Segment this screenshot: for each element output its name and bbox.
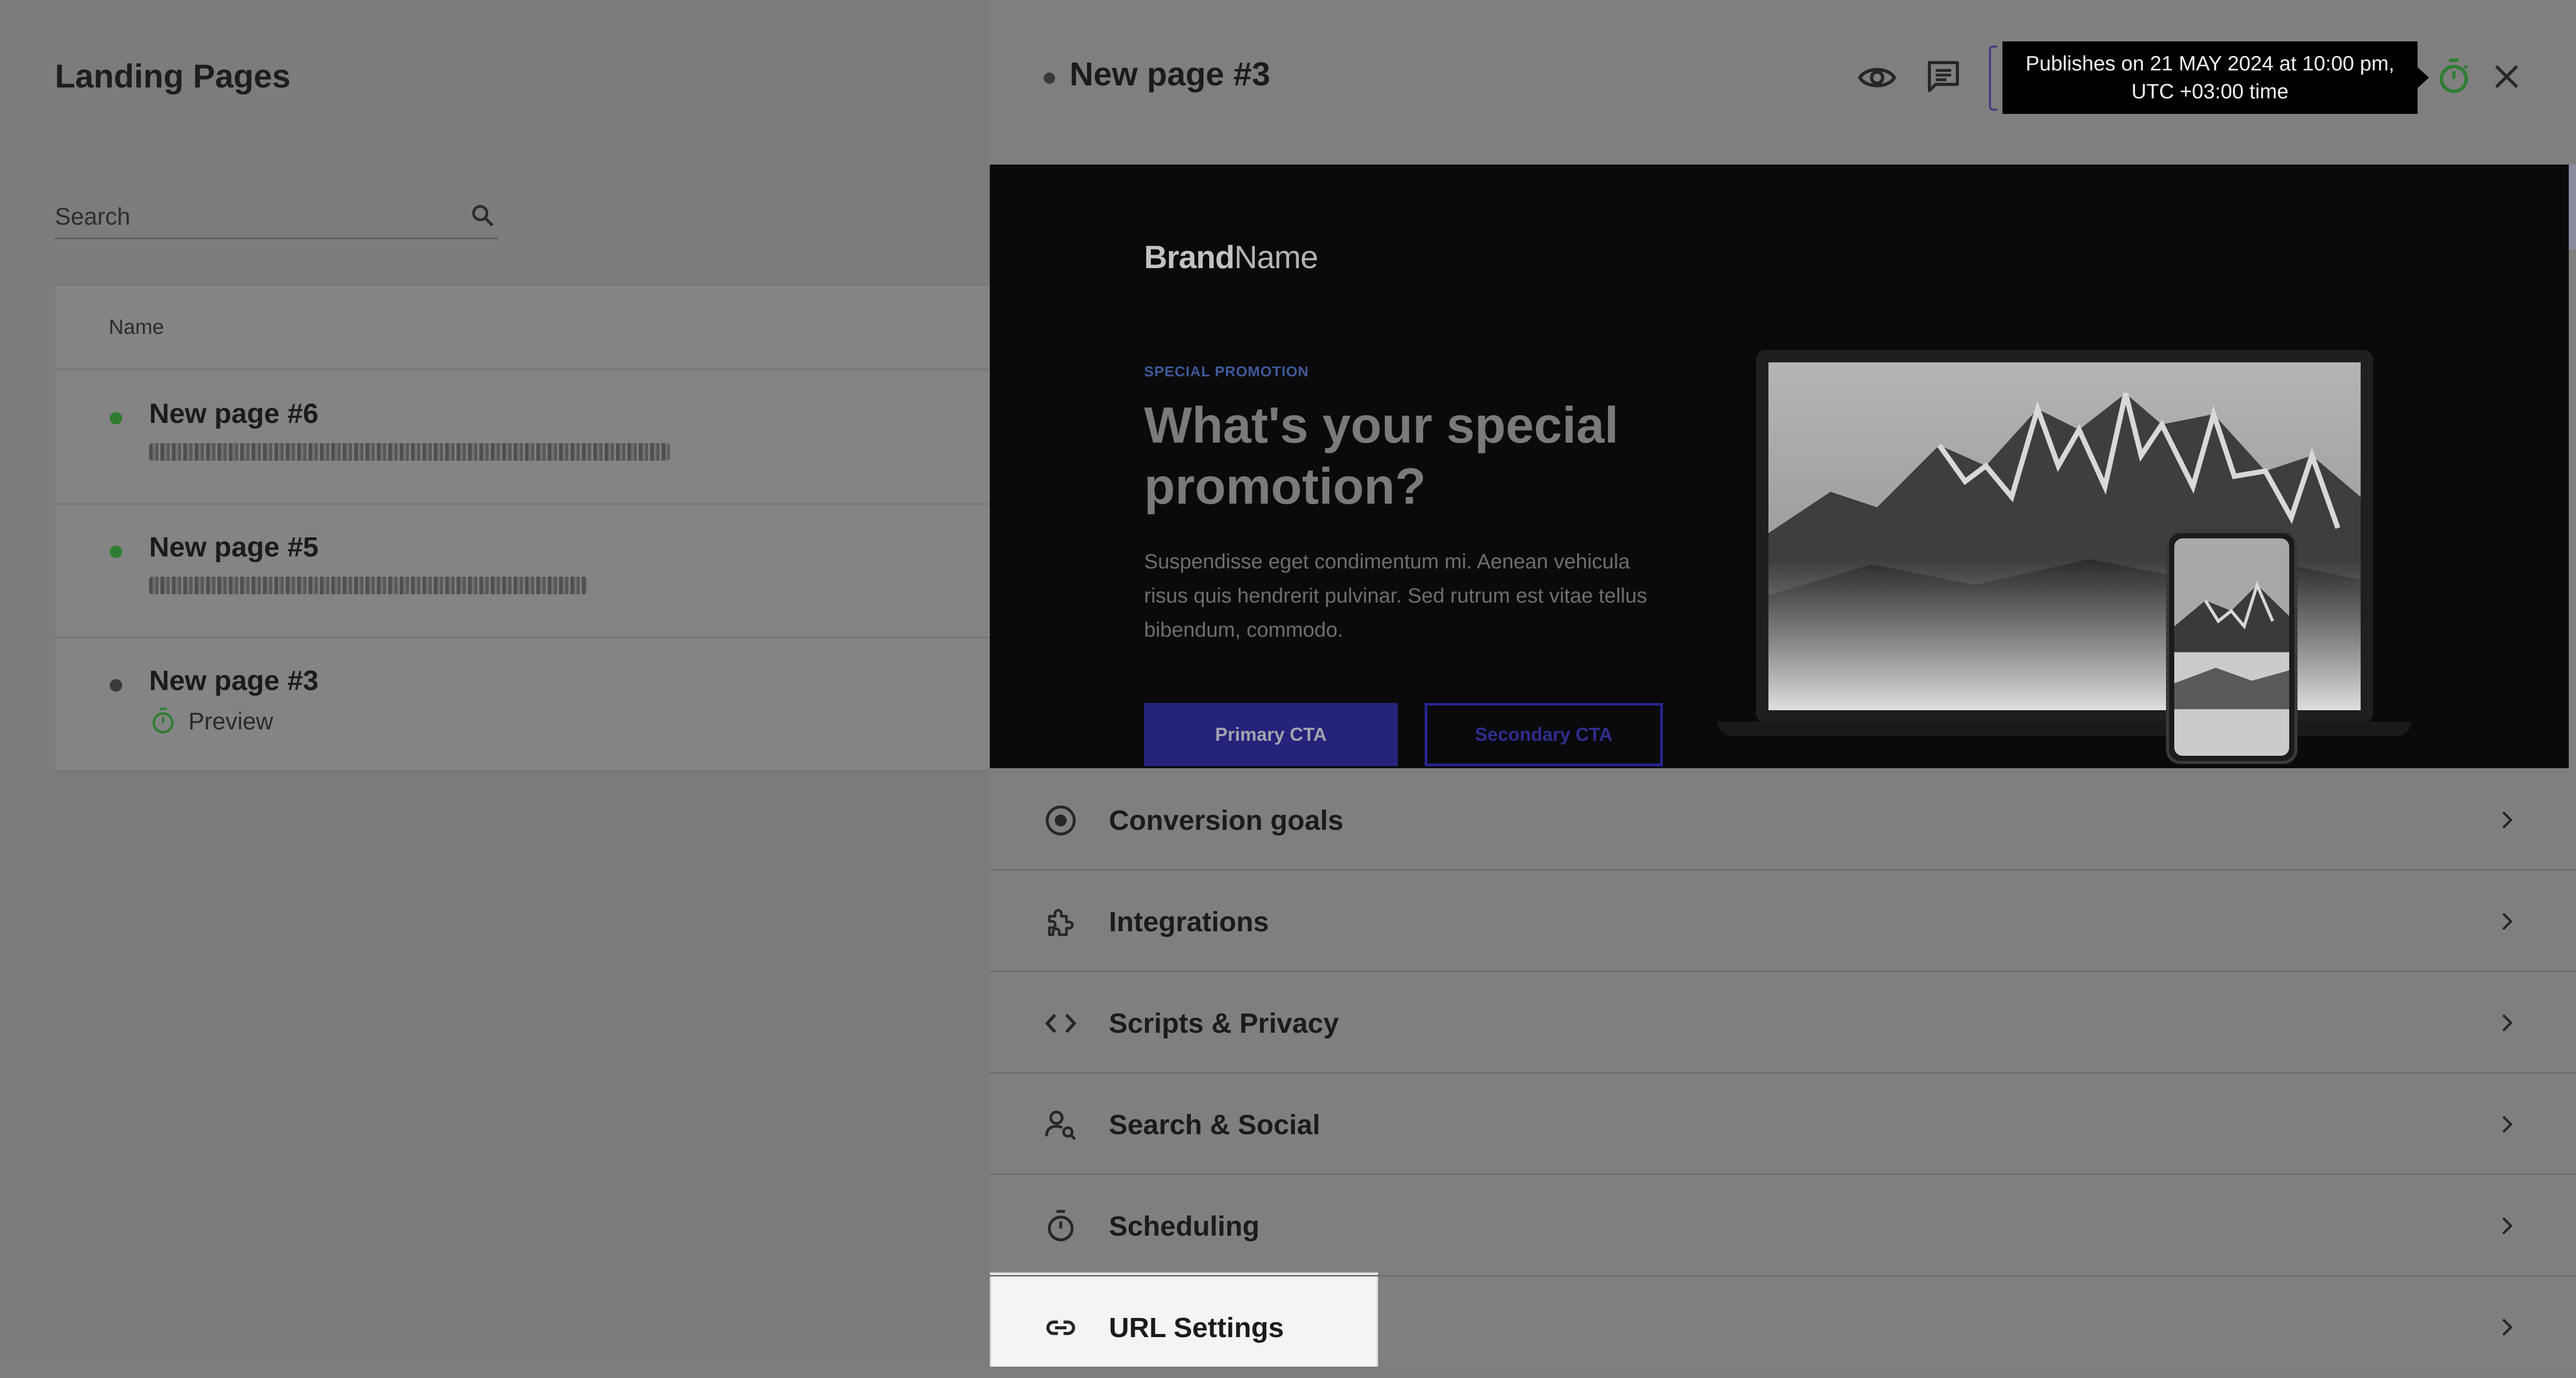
chevron-right-icon [2496, 810, 2517, 830]
chevron-right-icon [2496, 1013, 2517, 1033]
chevron-right-icon [2496, 1114, 2517, 1135]
table-row[interactable]: New page #6 [56, 370, 990, 505]
status-dot [1044, 72, 1055, 84]
row-title: New page #3 [149, 665, 319, 696]
link-icon [1044, 1311, 1078, 1345]
person-search-icon [1044, 1108, 1078, 1142]
settings-row-scheduling[interactable]: Scheduling [990, 1175, 2576, 1277]
settings-row-url-settings[interactable]: URL Settings [990, 1277, 2576, 1378]
hero-body: Suspendisse eget condimentum mi. Aenean … [1144, 550, 1647, 641]
timer-icon[interactable] [2435, 58, 2472, 95]
primary-cta-button[interactable]: Primary CTA [1144, 703, 1398, 766]
table-header: Name [56, 286, 990, 370]
settings-label: Integrations [1109, 906, 1269, 937]
eye-icon[interactable] [1857, 58, 1897, 97]
target-icon [1044, 803, 1078, 838]
laptop-base [1718, 722, 2411, 736]
brand-logo: BrandName [1144, 240, 1319, 275]
tooltip-line-1: Publishes on 21 MAY 2024 at 10:00 pm, [2025, 52, 2395, 75]
comment-icon[interactable] [1925, 58, 1962, 95]
preview-label: Preview [188, 708, 273, 735]
settings-row-conversion-goals[interactable]: Conversion goals [990, 769, 2576, 871]
settings-label: Scripts & Privacy [1109, 1008, 1339, 1039]
row-title: New page #6 [149, 398, 319, 429]
column-name-header[interactable]: Name [109, 316, 164, 339]
settings-row-scripts-privacy[interactable]: Scripts & Privacy [990, 972, 2576, 1074]
settings-label: Conversion goals [1109, 805, 1344, 836]
hero-headline: What's your special promotion? [1144, 397, 1619, 515]
timer-icon [1044, 1209, 1078, 1243]
row-subtitle-blurred [149, 443, 670, 461]
status-dot [110, 546, 122, 558]
settings-row-integrations[interactable]: Integrations [990, 871, 2576, 972]
settings-row-search-social[interactable]: Search & Social [990, 1074, 2576, 1175]
status-dot [110, 679, 122, 692]
close-icon[interactable] [2491, 61, 2522, 92]
chevron-right-icon [2496, 1317, 2517, 1338]
puzzle-icon [1044, 905, 1078, 939]
pages-table: Name New page #6 New page #5 New page #3… [56, 285, 990, 772]
chevron-right-icon [2496, 911, 2517, 932]
search-icon[interactable] [469, 202, 496, 229]
preview-link[interactable]: Preview [149, 707, 273, 735]
drawer-title: New page #3 [1070, 55, 1270, 93]
schedule-tooltip: Publishes on 21 MAY 2024 at 10:00 pm, UT… [2002, 41, 2429, 114]
preview-scroll-indicator [2569, 165, 2576, 250]
phone-screen-image [2174, 538, 2289, 756]
search-input[interactable] [55, 196, 448, 237]
row-subtitle-blurred [149, 577, 587, 594]
table-row[interactable]: New page #3 Preview [56, 637, 990, 772]
promo-eyebrow: SPECIAL PROMOTION [1144, 363, 1309, 379]
settings-label: Search & Social [1109, 1109, 1321, 1140]
tooltip-line-2: UTC +03:00 time [2131, 80, 2289, 103]
timer-icon [152, 708, 174, 734]
search-box[interactable] [55, 196, 498, 239]
settings-label: URL Settings [1109, 1312, 1284, 1343]
code-icon [1044, 1006, 1078, 1040]
page-title: Landing Pages [55, 57, 291, 95]
settings-label: Scheduling [1109, 1211, 1260, 1242]
row-title: New page #5 [149, 532, 319, 563]
status-dot [110, 412, 122, 424]
secondary-cta-button[interactable]: Secondary CTA [1425, 703, 1663, 766]
edit-button-fragment[interactable] [1989, 46, 1997, 111]
chevron-right-icon [2496, 1215, 2517, 1236]
table-row[interactable]: New page #5 [56, 503, 990, 638]
